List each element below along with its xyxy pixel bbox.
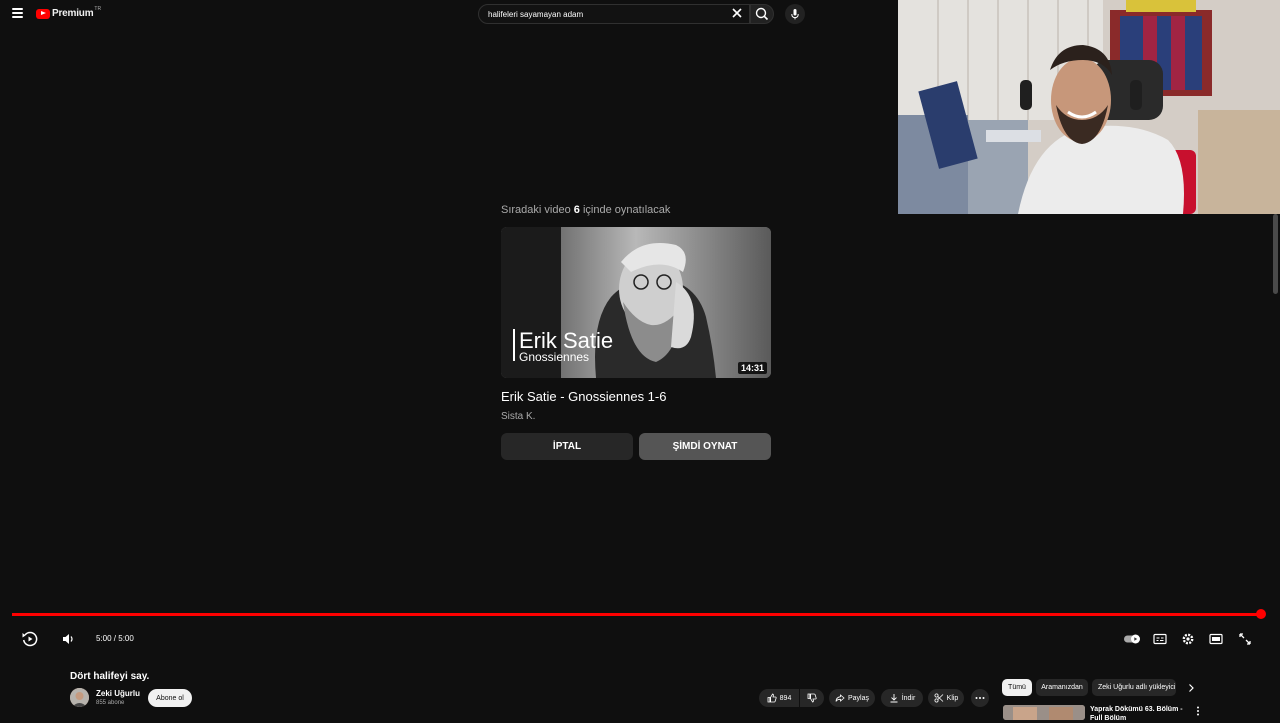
download-button[interactable]: İndir	[881, 689, 923, 707]
next-video-title[interactable]: Erik Satie - Gnossiennes 1-6	[501, 389, 666, 404]
channel-name[interactable]: Zeki Uğurlu	[96, 689, 140, 698]
close-icon[interactable]	[731, 7, 743, 19]
thumbnail-text-line2: Gnossiennes	[519, 350, 589, 364]
more-vertical-icon	[1197, 706, 1199, 716]
up-next-suffix: içinde oynatılacak	[579, 204, 671, 216]
miniplayer-button[interactable]	[1208, 631, 1224, 647]
recommendation-title[interactable]: Yaprak Dökümü 63. Bölüm - Full Bölüm	[1090, 705, 1196, 723]
chips-next-button[interactable]	[1184, 680, 1198, 696]
up-next-prefix: Sıradaki video	[501, 204, 574, 216]
next-video-thumbnail[interactable]: Erik Satie Gnossiennes 14:31	[501, 227, 771, 378]
chip-all[interactable]: Tümü	[1002, 679, 1032, 696]
download-icon	[890, 694, 898, 703]
like-icon	[767, 693, 777, 703]
more-icon	[975, 697, 985, 699]
progress-scrubber[interactable]	[1256, 609, 1266, 619]
clip-button[interactable]: Klip	[928, 689, 964, 707]
logo-text: Premium	[52, 8, 94, 19]
replay-icon	[22, 631, 38, 647]
chevron-right-icon	[1189, 684, 1194, 692]
top-bar: Premium TR	[0, 0, 898, 28]
video-info-area	[0, 660, 1280, 720]
search-box[interactable]	[478, 4, 750, 24]
menu-icon[interactable]	[12, 8, 23, 18]
youtube-logo[interactable]: Premium TR	[36, 5, 102, 19]
subscribe-button[interactable]: Abone ol	[148, 689, 192, 707]
like-count: 894	[779, 694, 792, 702]
volume-icon	[63, 634, 73, 644]
search-input[interactable]	[486, 9, 720, 20]
settings-icon	[1182, 633, 1194, 645]
dislike-button[interactable]	[800, 689, 824, 707]
clip-icon	[934, 693, 943, 703]
recommendation-menu-button[interactable]	[1194, 705, 1202, 717]
share-label: Paylaş	[847, 694, 869, 702]
autoplay-toggle[interactable]	[1124, 631, 1141, 647]
download-label: İndir	[901, 694, 916, 702]
next-video-channel: Sista K.	[501, 411, 536, 422]
share-button[interactable]: Paylaş	[829, 689, 875, 707]
subtitles-button[interactable]	[1152, 631, 1168, 647]
up-next-label: Sıradaki video 6 içinde oynatılacak	[501, 204, 670, 216]
page-scrollbar[interactable]	[1273, 214, 1278, 294]
share-icon	[835, 694, 845, 702]
chip-from-search[interactable]: Aramanızdan	[1036, 679, 1088, 696]
subtitles-icon	[1153, 633, 1167, 645]
mic-icon	[791, 9, 799, 20]
avatar[interactable]	[70, 688, 89, 707]
fullscreen-button[interactable]	[1237, 631, 1253, 647]
progress-bar[interactable]	[12, 613, 1261, 616]
logo-region: TR	[94, 5, 102, 12]
clip-label: Klip	[946, 694, 959, 702]
cancel-button[interactable]: İPTAL	[501, 433, 633, 460]
subscriber-count: 855 abone	[96, 700, 125, 706]
duration-badge: 14:31	[737, 362, 767, 374]
volume-button[interactable]	[60, 631, 76, 647]
time-display: 5:00 / 5:00	[96, 634, 134, 643]
dislike-icon	[807, 693, 817, 703]
chip-uploader[interactable]: Zeki Uğurlu adlı yükleyici	[1092, 679, 1176, 696]
webcam-overlay	[898, 0, 1280, 214]
more-actions-button[interactable]	[971, 689, 989, 707]
video-title: Dört halifeyi say.	[70, 671, 150, 682]
youtube-logo-icon	[36, 8, 50, 19]
search-icon	[755, 7, 769, 21]
fullscreen-icon	[1239, 633, 1251, 645]
play-now-button[interactable]: ŞİMDİ OYNAT	[639, 433, 771, 460]
search-button[interactable]	[750, 4, 774, 24]
miniplayer-icon	[1209, 633, 1223, 645]
autoplay-toggle-icon	[1124, 634, 1140, 644]
recommendation-thumbnail[interactable]	[1003, 705, 1085, 720]
voice-search-button[interactable]	[785, 4, 805, 24]
like-button[interactable]: 894	[759, 689, 799, 707]
replay-button[interactable]	[20, 631, 40, 647]
settings-button[interactable]	[1180, 631, 1196, 647]
